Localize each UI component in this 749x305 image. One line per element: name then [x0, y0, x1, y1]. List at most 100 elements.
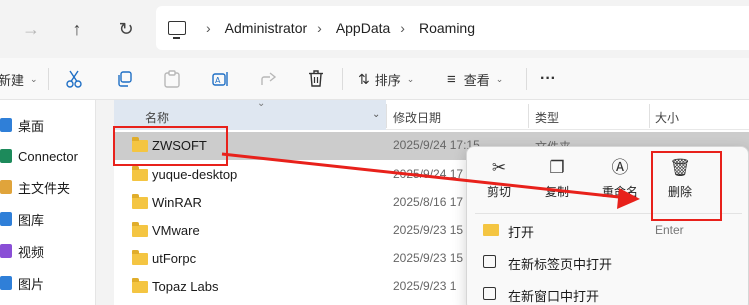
share-button[interactable] — [260, 58, 278, 100]
column-header-type[interactable]: 类型 — [535, 109, 559, 126]
new-button[interactable]: 新建 ⌄ — [0, 58, 38, 100]
sidebar-item-connector[interactable]: Connector — [0, 141, 78, 171]
context-open-new-tab-item[interactable]: 在新标签页中打开 — [467, 246, 749, 278]
context-item-shortcut: Enter — [655, 223, 684, 237]
address-bar[interactable]: › Administrator › AppData › Roaming — [156, 6, 749, 50]
highlight-box-delete — [651, 151, 722, 221]
chevron-down-icon: ⌄ — [495, 73, 504, 84]
context-copy-button[interactable]: ❐ 复制 — [529, 157, 585, 205]
copy-icon: ❐ — [549, 158, 565, 177]
folder-icon — [132, 250, 148, 265]
column-header-name[interactable]: 名称 — [145, 109, 169, 126]
share-icon — [261, 72, 277, 85]
toolbar-divider — [48, 68, 49, 90]
folder-icon — [132, 194, 148, 209]
scissors-icon — [66, 70, 82, 88]
sidebar-item-label: 图库 — [18, 212, 45, 228]
chevron-down-icon: ⌄ — [406, 73, 415, 84]
sidebar-item-home[interactable]: 主文件夹 — [0, 172, 70, 202]
chevron-down-icon: ⌄ — [30, 73, 38, 84]
context-copy-label: 复制 — [544, 185, 569, 199]
column-divider[interactable] — [528, 104, 529, 128]
delete-button[interactable] — [308, 58, 324, 100]
sort-indicator-icon: ⌄ — [257, 98, 266, 109]
folder-icon — [132, 278, 148, 293]
view-icon: ≡ — [447, 70, 456, 88]
pane-splitter[interactable] — [96, 100, 114, 305]
chevron-right-icon: › — [317, 20, 322, 36]
rename-icon: A — [212, 72, 228, 86]
sidebar-item-pictures[interactable]: 图片 — [0, 268, 44, 298]
copy-icon — [118, 71, 132, 87]
chevron-down-icon[interactable]: ⌄ — [372, 109, 380, 120]
forward-arrow-icon[interactable]: → — [16, 14, 46, 44]
sidebar-item-label: 图片 — [18, 276, 45, 292]
context-cut-label: 剪切 — [486, 185, 511, 199]
rename-button[interactable]: A — [212, 58, 230, 100]
desktop-icon — [0, 118, 12, 132]
refresh-icon[interactable]: ↻ — [111, 14, 141, 44]
file-date: 2025/8/16 17 — [393, 195, 464, 209]
sidebar-item-videos[interactable]: 视频 — [0, 236, 44, 266]
copy-button[interactable] — [116, 58, 132, 100]
sidebar-item-label: 视频 — [18, 244, 45, 260]
file-name: Topaz Labs — [152, 279, 219, 294]
svg-text:A: A — [215, 76, 221, 85]
file-date: 2025/9/23 1 — [393, 279, 457, 293]
sidebar-item-desktop[interactable]: 桌面 — [0, 110, 44, 140]
command-toolbar: 新建 ⌄ A ⇅ 排序 ⌄ ≡ 查看 ⌄ ··· — [0, 58, 749, 100]
toolbar-divider — [526, 68, 527, 90]
file-date: 2025/9/23 15 — [393, 223, 464, 237]
column-header-date[interactable]: 修改日期 — [393, 109, 441, 126]
context-open-new-window-item[interactable]: 在新窗口中打开 — [467, 278, 749, 305]
file-name: WinRAR — [152, 195, 202, 210]
connector-icon — [0, 149, 12, 163]
chevron-right-icon: › — [206, 20, 211, 36]
paste-button[interactable] — [164, 58, 180, 100]
home-icon — [0, 180, 12, 194]
column-divider[interactable] — [386, 104, 387, 128]
file-name: VMware — [152, 223, 200, 238]
context-cut-button[interactable]: ✂ 剪切 — [471, 157, 527, 205]
view-button[interactable]: ≡ 查看 ⌄ — [447, 58, 503, 100]
paste-icon — [164, 70, 180, 88]
sort-label: 排序 — [374, 72, 401, 88]
sort-icon: ⇅ — [358, 70, 370, 87]
gallery-icon — [0, 212, 12, 226]
column-divider[interactable] — [649, 104, 650, 128]
sidebar-item-label: Connector — [18, 148, 78, 164]
file-name: yuque-desktop — [152, 167, 238, 182]
breadcrumb-roaming[interactable]: Roaming — [419, 20, 475, 36]
computer-icon — [168, 21, 186, 39]
context-rename-button[interactable]: Ⓐ 重命名 — [592, 157, 648, 205]
sidebar-item-label: 桌面 — [18, 118, 45, 134]
toolbar-divider — [342, 68, 343, 90]
sidebar-item-gallery[interactable]: 图库 — [0, 204, 44, 234]
context-item-label: 打开 — [508, 225, 535, 240]
navigation-pane: 桌面 Connector 主文件夹 图库 视频 图片 — [0, 100, 96, 305]
cut-button[interactable] — [66, 58, 82, 100]
file-name: utForpc — [152, 251, 197, 266]
context-item-label: 在新窗口中打开 — [508, 289, 600, 304]
breadcrumb-appdata[interactable]: AppData — [336, 20, 390, 36]
new-tab-icon — [483, 255, 496, 268]
sort-button[interactable]: ⇅ 排序 ⌄ — [358, 58, 414, 100]
highlight-box-zwsoft — [113, 126, 228, 166]
new-window-icon — [483, 287, 496, 300]
up-arrow-icon[interactable]: ↑ — [62, 14, 92, 44]
pictures-icon — [0, 276, 12, 290]
scissors-icon: ✂ — [491, 158, 507, 177]
folder-open-icon — [483, 224, 499, 236]
column-header-size[interactable]: 大小 — [655, 109, 679, 126]
folder-icon — [132, 222, 148, 237]
new-label: 新建 — [0, 72, 25, 88]
navigation-bar: → ↑ ↻ › Administrator › AppData › Roamin… — [0, 0, 749, 58]
videos-icon — [0, 244, 12, 258]
view-label: 查看 — [463, 72, 490, 88]
more-options-button[interactable]: ··· — [540, 58, 556, 100]
file-date: 2025/9/24 17 — [393, 167, 464, 181]
context-rename-label: 重命名 — [601, 185, 638, 199]
sidebar-item-label: 主文件夹 — [18, 180, 71, 196]
context-item-label: 在新标签页中打开 — [508, 257, 613, 272]
breadcrumb-administrator[interactable]: Administrator — [225, 20, 307, 36]
